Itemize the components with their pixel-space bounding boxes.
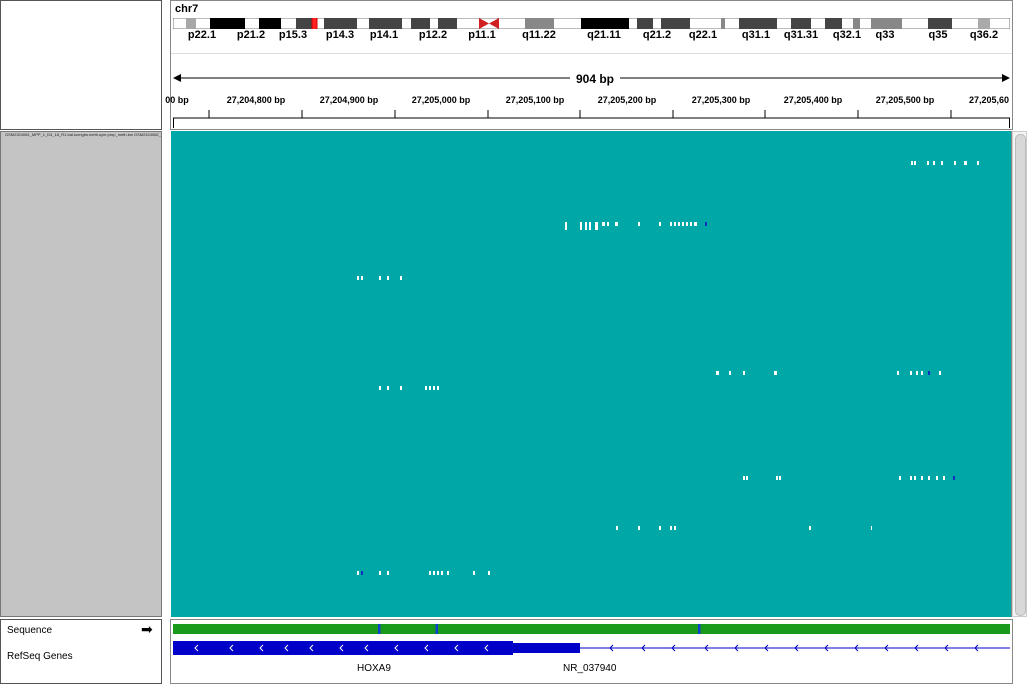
band-label: q33 [875, 29, 895, 41]
band-label: q32.1 [832, 29, 862, 41]
methylation-tracks[interactable] [171, 131, 1012, 617]
marks-row-5 [379, 386, 439, 390]
marks-row-4 [716, 371, 941, 375]
band-label: p12.2 [418, 29, 448, 41]
ruler-tick-label: 27,205,000 bp [411, 95, 471, 105]
marks-row-3 [357, 276, 402, 280]
band-label: p11.1 [468, 29, 496, 41]
marks-row-8 [357, 571, 490, 575]
header-divider [171, 53, 1012, 54]
ruler[interactable] [173, 108, 1010, 128]
feature-tracks[interactable]: HOXA9 NR_037940 [170, 619, 1013, 684]
mark-blue [928, 371, 930, 375]
strand-arrow-icon[interactable]: ➡ [141, 622, 153, 636]
band-label: p14.1 [369, 29, 399, 41]
gene-exon-hoxa9 [173, 641, 513, 655]
band-label: p14.3 [325, 29, 355, 41]
band-label: p15.3 [278, 29, 308, 41]
band-label: q11.22 [522, 29, 556, 41]
header-panel: chr7 p22.1 p21.2 p15.3 p14.3 p14.1 p12.2… [165, 0, 1013, 130]
band-label: q35 [928, 29, 948, 41]
marks-row-6 [743, 476, 945, 480]
marks-row-1 [911, 161, 979, 165]
gene-label-hoxa9[interactable]: HOXA9 [357, 663, 391, 674]
ruler-tick-label: 27,205,400 bp [783, 95, 843, 105]
feature-names-panel: Sequence ➡ RefSeq Genes [0, 619, 162, 684]
ruler-tick-label: 27,205,100 bp [505, 95, 565, 105]
band-label: q21.2 [642, 29, 672, 41]
sample-track-names: GSM2324081_MPP_1_D4_16_R1.bal.scrngbs.me… [5, 132, 161, 137]
band-label: q31.1 [741, 29, 771, 41]
band-labels: p22.1 p21.2 p15.3 p14.3 p14.1 p12.2 p11.… [171, 29, 1012, 42]
span-label: 904 bp [570, 72, 621, 86]
sequence-track-label[interactable]: Sequence [7, 625, 52, 636]
chromosome-name[interactable]: chr7 [175, 3, 198, 15]
ruler-tick-label: 27,205,500 bp [875, 95, 935, 105]
ruler-tick-label: 27,205,60 [968, 95, 1010, 105]
chromosome-ideogram[interactable] [173, 18, 1010, 29]
mark-blue [705, 222, 707, 226]
scrollbar-thumb[interactable] [1015, 134, 1026, 616]
mark-blue [953, 476, 955, 480]
band-label: q31.31 [783, 29, 819, 41]
band-label: p22.1 [187, 29, 217, 41]
band-label: q22.1 [688, 29, 718, 41]
gene-exon-hoxa9-utr [513, 643, 580, 653]
methylation-marks [357, 161, 979, 575]
ruler-tick-label: 00 bp [165, 95, 189, 105]
band-label: p21.2 [236, 29, 266, 41]
gene-label-nr037940[interactable]: NR_037940 [563, 663, 616, 674]
ruler-tick-label: 27,205,300 bp [691, 95, 751, 105]
refseq-track-label[interactable]: RefSeq Genes [7, 651, 73, 662]
ruler-tick-labels: 00 bp 27,204,800 bp 27,204,900 bp 27,205… [165, 95, 1012, 107]
track-names-panel[interactable]: GSM2324081_MPP_1_D4_16_R1.bal.scrngbs.me… [0, 131, 162, 617]
ruler-tick-label: 27,204,800 bp [226, 95, 286, 105]
ruler-tick-label: 27,205,200 bp [597, 95, 657, 105]
ruler-tick-label: 27,204,900 bp [319, 95, 379, 105]
sequence-track[interactable] [173, 624, 1010, 634]
band-label: q36.2 [969, 29, 999, 41]
mark-blue [361, 571, 363, 575]
tracks-scrollbar[interactable] [1012, 131, 1027, 617]
marks-row-7 [616, 526, 872, 530]
band-label: q21.11 [587, 29, 621, 41]
refseq-gene-track[interactable] [173, 638, 1010, 660]
marks-row-2 [565, 222, 697, 230]
header-name-panel [0, 0, 162, 130]
